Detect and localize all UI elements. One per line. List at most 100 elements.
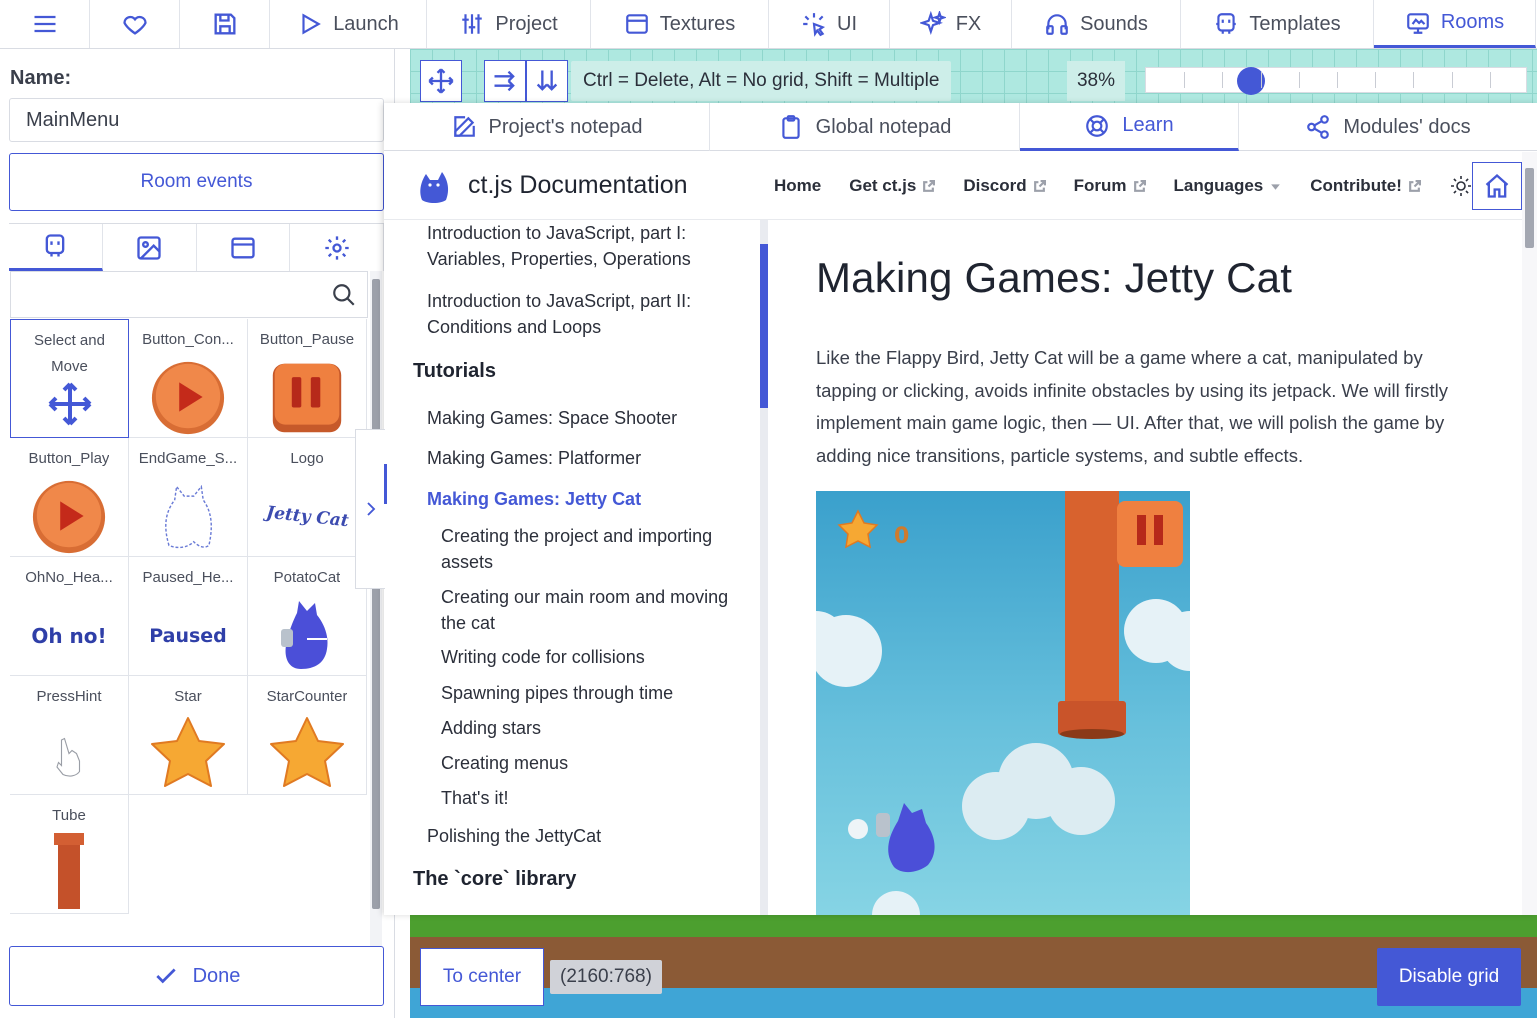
- sidebar-sublink[interactable]: Adding stars: [441, 715, 541, 741]
- asset-type-tabs: [9, 223, 384, 271]
- game-scene-illustration: 0: [816, 491, 1190, 915]
- room-events-button[interactable]: Room events: [9, 153, 384, 211]
- sidebar-sublink[interactable]: Creating our main room and moving the ca…: [441, 584, 741, 636]
- nav-languages[interactable]: Languages: [1174, 176, 1283, 196]
- sidebar-sublink[interactable]: Spawning pipes through time: [441, 680, 673, 706]
- done-button[interactable]: Done: [9, 946, 384, 1006]
- to-center-button[interactable]: To center: [420, 948, 544, 1006]
- tab-learn[interactable]: Learn: [1020, 103, 1239, 151]
- nav-label: Forum: [1073, 176, 1127, 195]
- ghost-cat-sprite: [148, 478, 228, 556]
- asset-scrollbar[interactable]: [370, 271, 382, 946]
- share-nodes-icon: [1307, 115, 1330, 139]
- asset-press-hint[interactable]: PressHint: [10, 676, 129, 795]
- asset-star[interactable]: Star: [129, 676, 248, 795]
- docs-home-button[interactable]: [1472, 162, 1522, 210]
- collapse-docs-handle[interactable]: [355, 429, 385, 589]
- asset-button-continue[interactable]: Button_Con...: [129, 319, 248, 438]
- menu-button[interactable]: [0, 0, 90, 48]
- tube-sprite: [29, 833, 109, 913]
- sidebar-sublink[interactable]: Writing code for collisions: [441, 644, 645, 670]
- theme-toggle-sun-icon[interactable]: [1449, 174, 1473, 198]
- article-title: Making Games: Jetty Cat: [816, 254, 1293, 301]
- asset-tube[interactable]: Tube: [10, 795, 129, 914]
- nav-forum[interactable]: Forum: [1074, 176, 1146, 196]
- nav-home[interactable]: Home: [774, 176, 821, 196]
- pause-button-sprite: [267, 359, 347, 437]
- sidebar-link[interactable]: Making Games: Space Shooter: [427, 405, 677, 431]
- disable-grid-button[interactable]: Disable grid: [1377, 948, 1521, 1006]
- asset-grid: Select and Move Button_Con... Button_Pau…: [10, 319, 370, 914]
- asset-endgame-screen[interactable]: EndGame_S...: [129, 438, 248, 557]
- tab-room-settings[interactable]: [290, 224, 384, 271]
- ohno-text-sprite: Oh no!: [31, 623, 107, 648]
- sidebar-link[interactable]: Polishing the JettyCat: [427, 823, 601, 849]
- zoom-slider-tick: [1261, 72, 1262, 88]
- game-screenshot: 0: [816, 491, 1190, 915]
- nav-get-ctjs[interactable]: Get ct.js: [849, 176, 936, 196]
- asset-potato-cat[interactable]: PotatoCat: [248, 557, 367, 676]
- asset-star-counter[interactable]: StarCounter: [248, 676, 367, 795]
- room-name-input[interactable]: [9, 98, 384, 142]
- tab-templates-assets[interactable]: [9, 224, 103, 271]
- ctjs-cat-logo-icon[interactable]: [416, 168, 452, 204]
- nav-discord[interactable]: Discord: [963, 176, 1046, 196]
- sidebar-link[interactable]: Introduction to JavaScript, part II: Con…: [427, 288, 727, 340]
- tab-modules-docs[interactable]: Modules' docs: [1239, 103, 1537, 151]
- asset-search-input[interactable]: [10, 271, 368, 318]
- docs-scrollbar[interactable]: [1522, 152, 1537, 915]
- tab-project-notepad[interactable]: Project's notepad: [384, 103, 710, 151]
- sidebar-link[interactable]: Introduction to JavaScript, part I: Vari…: [427, 220, 727, 272]
- save-button[interactable]: [180, 0, 270, 48]
- hamburger-icon: [34, 15, 55, 33]
- scrollbar-thumb[interactable]: [1525, 168, 1534, 248]
- sidebar-section-core[interactable]: The `core` library: [413, 868, 576, 891]
- sidebar-section-tutorials[interactable]: Tutorials: [413, 360, 496, 383]
- favorite-button[interactable]: [90, 0, 180, 48]
- tab-ui-label: UI: [837, 12, 857, 35]
- tab-project[interactable]: Project: [427, 0, 591, 48]
- tab-textures[interactable]: Textures: [591, 0, 769, 48]
- sort-vertical-button[interactable]: [526, 60, 568, 102]
- tab-label: Global notepad: [815, 115, 952, 138]
- move-tool-button[interactable]: [420, 60, 462, 102]
- tab-sounds[interactable]: Sounds: [1012, 0, 1181, 48]
- sidebar-sublink[interactable]: Creating the project and importing asset…: [441, 523, 741, 575]
- tab-rooms[interactable]: Rooms: [1374, 0, 1536, 48]
- tab-project-label: Project: [495, 12, 558, 35]
- docs-site-title[interactable]: ct.js Documentation: [468, 171, 688, 200]
- sidebar-scrollbar[interactable]: [760, 220, 768, 915]
- nav-contribute[interactable]: Contribute!: [1310, 176, 1421, 196]
- tab-backgrounds-assets[interactable]: [103, 224, 197, 271]
- asset-select-and-move[interactable]: Select and Move: [10, 319, 129, 438]
- sidebar-sublink[interactable]: Creating menus: [441, 750, 568, 776]
- asset-button-pause[interactable]: Button_Pause: [248, 319, 367, 438]
- tab-templates-label: Templates: [1249, 12, 1341, 35]
- sidebar-link[interactable]: Making Games: Platformer: [427, 445, 641, 471]
- sort-horizontal-button[interactable]: [484, 60, 526, 102]
- asset-label: Button_Play: [28, 450, 110, 467]
- asset-ohno-header[interactable]: OhNo_Hea... Oh no!: [10, 557, 129, 676]
- asset-button-play[interactable]: Button_Play: [10, 438, 129, 557]
- scrollbar-thumb[interactable]: [372, 279, 380, 909]
- asset-label: StarCounter: [266, 688, 348, 705]
- asset-label: PressHint: [36, 688, 102, 705]
- sidebar-sublink[interactable]: That's it!: [441, 785, 508, 811]
- tab-templates[interactable]: Templates: [1181, 0, 1374, 48]
- tab-tiles-assets[interactable]: [197, 224, 291, 271]
- checkmark-icon: [155, 968, 176, 984]
- tab-fx[interactable]: FX: [890, 0, 1012, 48]
- nav-label: Home: [774, 176, 822, 195]
- scrollbar-thumb[interactable]: [760, 244, 768, 408]
- zoom-slider[interactable]: [1145, 67, 1527, 95]
- zoom-slider-tick: [1452, 72, 1453, 88]
- active-link-marker: [384, 464, 387, 504]
- cat-sprite: [267, 595, 347, 675]
- asset-logo[interactable]: Logo Jetty Cat: [248, 438, 367, 557]
- tab-ui[interactable]: UI: [769, 0, 890, 48]
- tab-launch[interactable]: Launch: [270, 0, 427, 48]
- tab-global-notepad[interactable]: Global notepad: [710, 103, 1020, 151]
- sidebar-link-active[interactable]: Making Games: Jetty Cat: [427, 486, 641, 512]
- done-label: Done: [192, 964, 241, 987]
- asset-paused-header[interactable]: Paused_He... Paused: [129, 557, 248, 676]
